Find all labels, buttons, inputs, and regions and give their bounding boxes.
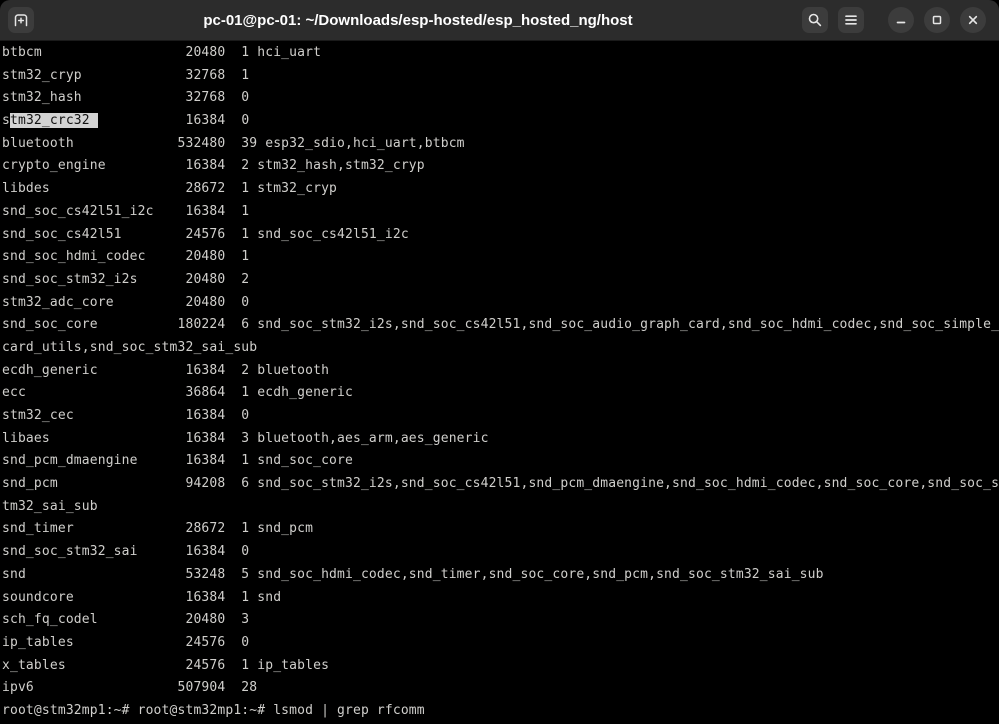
terminal-line: tm32_sai_sub [2,498,98,514]
terminal-line: libdes 28672 1 stm32_cryp [2,181,338,197]
terminal-line: bluetooth 532480 39 esp32_sdio,hci_uart,… [2,135,465,151]
terminal-line: card_utils,snd_soc_stm32_sai_sub [2,339,258,355]
terminal-line: snd_soc_core 180224 6 snd_soc_stm32_i2s,… [2,317,999,333]
terminal-line: stm32_cryp 32768 1 [2,67,250,83]
terminal-line: snd_soc_cs42l51 24576 1 snd_soc_cs42l51_… [2,226,409,242]
terminal-line: soundcore 16384 1 snd [2,589,282,605]
terminal-window: pc-01@pc-01: ~/Downloads/esp-hosted/esp_… [0,0,999,724]
close-button[interactable] [960,7,986,33]
terminal-line: stm32_crc32 16384 0 [2,110,999,133]
titlebar[interactable]: pc-01@pc-01: ~/Downloads/esp-hosted/esp_… [0,0,999,41]
new-tab-button[interactable] [8,7,34,33]
line-text: 16384 0 [97,113,250,129]
terminal-line: stm32_adc_core 20480 0 [2,294,250,310]
terminal-line: snd_timer 28672 1 snd_pcm [2,521,314,537]
terminal-line: stm32_cec 16384 0 [2,408,250,423]
menu-icon [845,15,857,25]
tab-new-icon [14,14,28,27]
selected-text: tm32_crc32 [9,113,98,129]
minimize-button[interactable] [888,7,914,33]
terminal-line: snd 53248 5 snd_soc_hdmi_codec,snd_timer… [2,566,824,582]
terminal-screen[interactable]: btbcm 20480 1 hci_uart stm32_cryp 32768 1… [0,41,999,724]
terminal-line: ip_tables 24576 0 [2,634,250,650]
maximize-icon [932,15,942,25]
terminal-line: snd_pcm_dmaengine 16384 1 snd_soc_core [2,453,353,469]
terminal-line: x_tables 24576 1 ip_tables [2,657,330,673]
terminal-line: ecc 36864 1 ecdh_generic [2,385,353,401]
terminal-line: snd_pcm 94208 6 snd_soc_stm32_i2s,snd_so… [2,476,999,492]
terminal-line: snd_soc_stm32_sai 16384 0 [2,544,250,560]
titlebar-actions [802,7,986,33]
terminal-line: ecdh_generic 16384 2 bluetooth [2,362,330,378]
search-icon [808,13,822,27]
terminal-line: sch_fq_codel 20480 3 [2,612,250,628]
terminal-line: crypto_engine 16384 2 stm32_hash,stm32_c… [2,158,425,174]
line-text: s [2,113,10,129]
menu-button[interactable] [838,7,864,33]
prompt-line: root@stm32mp1:~# root@stm32mp1:~# lsmod … [2,702,425,718]
terminal-line: ipv6 507904 28 [2,680,258,696]
terminal-line: btbcm 20480 1 hci_uart [2,45,322,60]
search-button[interactable] [802,7,828,33]
terminal-line: libaes 16384 3 bluetooth,aes_arm,aes_gen… [2,430,489,446]
maximize-button[interactable] [924,7,950,33]
terminal-line: snd_soc_cs42l51_i2c 16384 1 [2,203,250,219]
terminal-line: stm32_hash 32768 0 [2,90,250,106]
close-icon [968,15,978,25]
window-title: pc-01@pc-01: ~/Downloads/esp-hosted/esp_… [203,11,633,29]
window-controls [888,7,986,33]
minimize-icon [896,21,906,24]
terminal-line: snd_soc_stm32_i2s 20480 2 [2,271,250,287]
terminal-line: snd_soc_hdmi_codec 20480 1 [2,249,250,265]
